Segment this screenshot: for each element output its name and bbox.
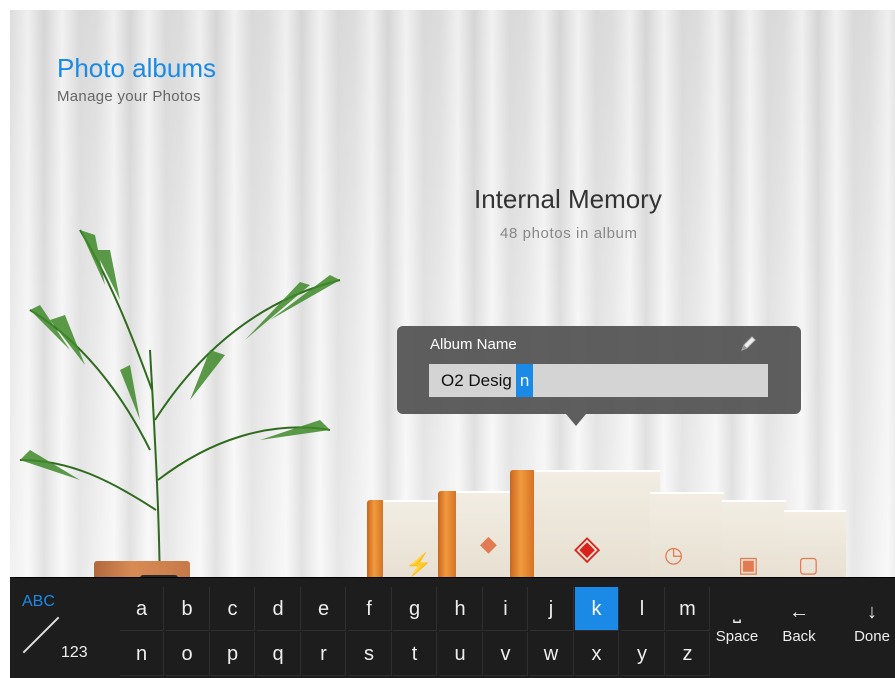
- key-r[interactable]: r: [302, 632, 346, 676]
- key-f[interactable]: f: [347, 587, 392, 631]
- key-e[interactable]: e: [302, 587, 346, 631]
- done-key[interactable]: ↓ Done: [847, 602, 895, 645]
- back-key[interactable]: ← Back: [774, 602, 824, 645]
- key-c[interactable]: c: [211, 587, 255, 631]
- app-subtitle: Manage your Photos: [57, 88, 201, 105]
- key-o[interactable]: o: [165, 632, 210, 676]
- key-x[interactable]: x: [575, 632, 619, 676]
- key-h[interactable]: h: [438, 587, 483, 631]
- key-y[interactable]: y: [620, 632, 665, 676]
- mode-123-toggle[interactable]: 123: [61, 644, 88, 662]
- album-name-value: O2 Desig: [441, 370, 512, 390]
- tag-icon: ◆: [480, 531, 497, 556]
- key-w[interactable]: w: [529, 632, 574, 676]
- album-name-input[interactable]: O2 Desig n: [429, 364, 768, 397]
- image-star-icon: ▣: [738, 552, 759, 577]
- key-t[interactable]: t: [393, 632, 437, 676]
- text-cursor-char: n: [515, 364, 534, 397]
- space-icon: ⎵: [733, 601, 741, 623]
- image-question-icon: ▢: [798, 552, 819, 577]
- key-g[interactable]: g: [393, 587, 437, 631]
- key-z[interactable]: z: [666, 632, 710, 676]
- album-photo-count: 48 photos in album: [500, 225, 638, 242]
- key-b[interactable]: b: [165, 587, 210, 631]
- album-name-label: Album Name: [430, 336, 517, 353]
- gem-icon: ◈: [574, 529, 601, 567]
- plant-decoration: [19, 229, 341, 610]
- done-key-label: Done: [854, 628, 890, 645]
- key-i[interactable]: i: [484, 587, 528, 631]
- key-j[interactable]: j: [529, 587, 574, 631]
- key-a[interactable]: a: [120, 587, 164, 631]
- mode-abc-toggle[interactable]: ABC: [22, 593, 55, 611]
- key-l[interactable]: l: [620, 587, 665, 631]
- app-title: Photo albums: [57, 53, 216, 83]
- key-k[interactable]: k: [575, 587, 619, 631]
- mode-divider: [22, 616, 60, 654]
- arrow-left-icon: ←: [789, 601, 809, 623]
- key-u[interactable]: u: [438, 632, 483, 676]
- pencil-icon[interactable]: [738, 334, 758, 354]
- space-key-label: Space: [715, 628, 759, 645]
- key-n[interactable]: n: [120, 632, 164, 676]
- album-title: Internal Memory: [474, 184, 662, 214]
- clock-icon: ◷: [664, 542, 684, 567]
- onscreen-keyboard: ABC 123 abcdefghijklm nopqrstuvwxyz ⎵ Sp…: [10, 577, 895, 678]
- key-v[interactable]: v: [484, 632, 528, 676]
- usb-icon: ⚡: [405, 552, 433, 577]
- key-d[interactable]: d: [256, 587, 301, 631]
- key-s[interactable]: s: [347, 632, 392, 676]
- space-key[interactable]: ⎵ Space: [712, 602, 762, 645]
- back-key-label: Back: [782, 628, 816, 645]
- key-m[interactable]: m: [666, 587, 710, 631]
- key-q[interactable]: q: [256, 632, 301, 676]
- key-p[interactable]: p: [211, 632, 255, 676]
- popover-tail: [566, 414, 586, 426]
- arrow-down-icon: ↓: [867, 601, 877, 623]
